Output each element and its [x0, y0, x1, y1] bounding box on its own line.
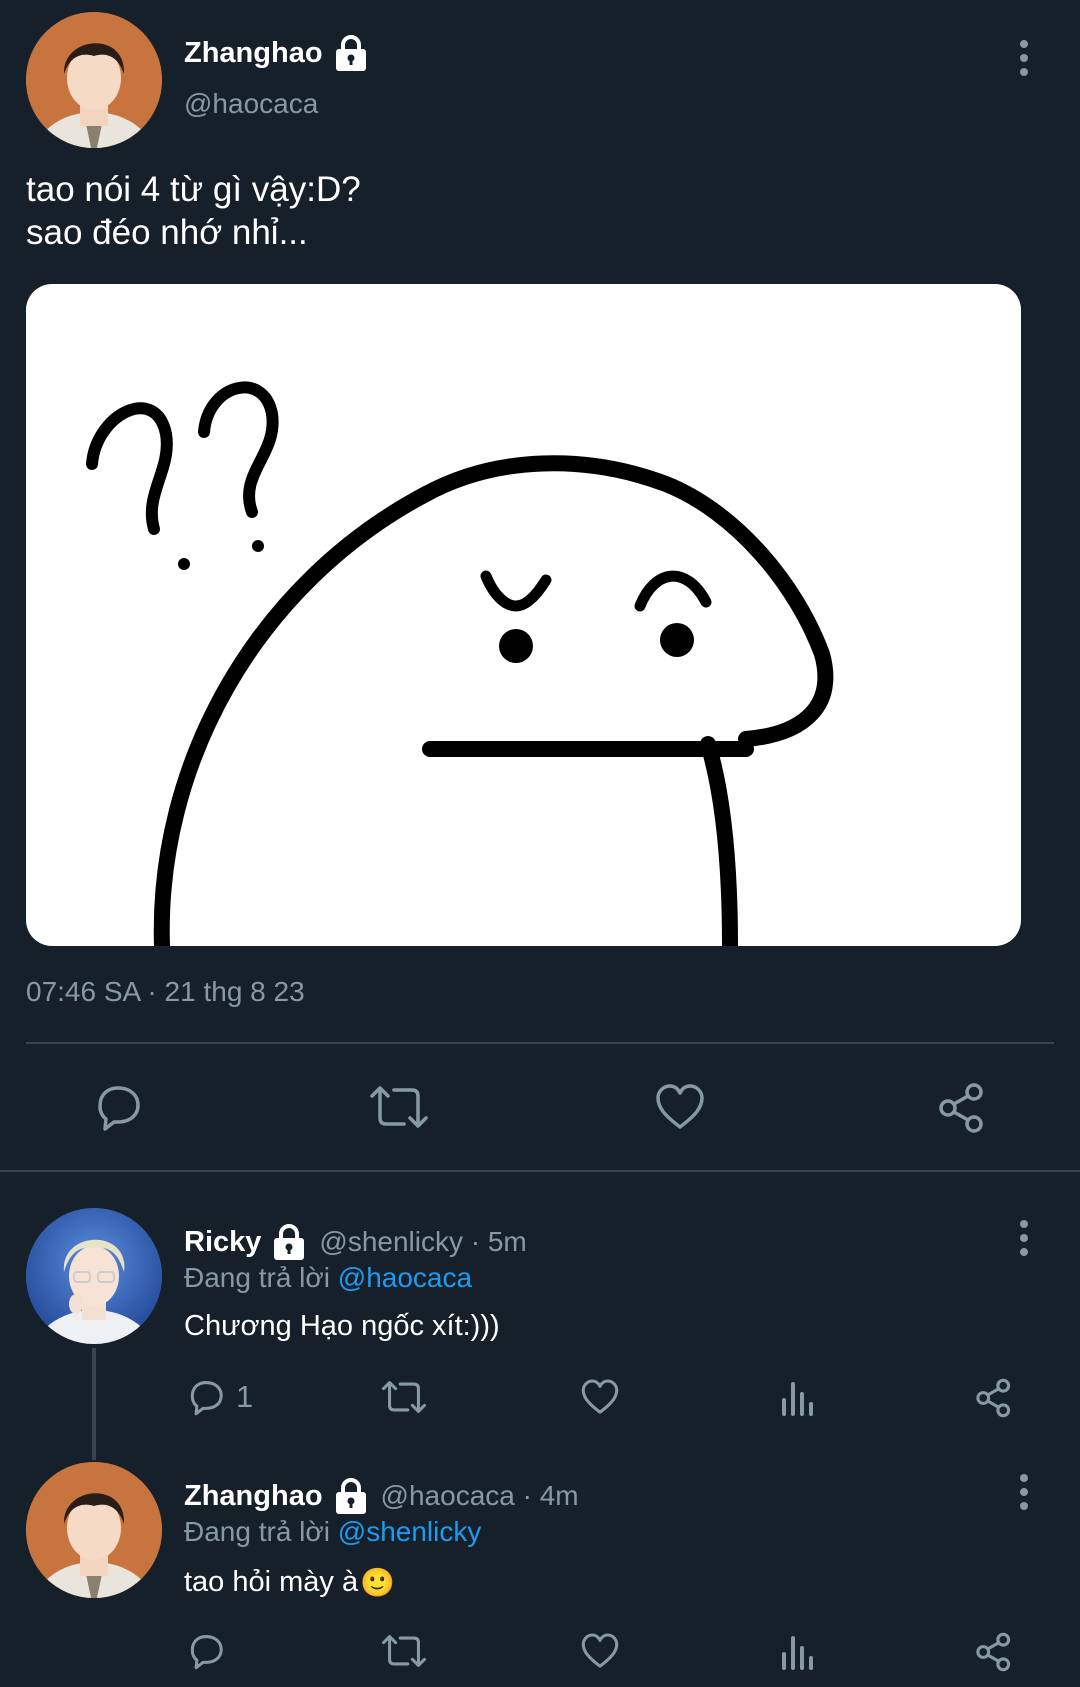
reply-text: Chương Hạo ngốc xít:))) — [184, 1310, 500, 1342]
reply-avatar[interactable] — [26, 1208, 162, 1344]
thread-line — [92, 1348, 96, 1460]
retweet-icon — [380, 1632, 428, 1670]
share-icon — [974, 1378, 1014, 1418]
share-icon — [936, 1082, 988, 1134]
tweet-text: tao nói 4 từ gì vậy:D? sao đéo nhớ nhỉ..… — [26, 168, 361, 254]
reply-header: Ricky @shenlicky · 5m — [184, 1222, 527, 1262]
reply-meta: @haocaca · 4m — [380, 1480, 579, 1511]
like-button[interactable] — [580, 1378, 620, 1416]
lock-icon — [333, 34, 369, 72]
reply-button[interactable] — [92, 1082, 144, 1132]
retweet-button[interactable] — [368, 1082, 430, 1132]
section-divider — [0, 1170, 1080, 1172]
reply-author-name[interactable]: Ricky — [184, 1226, 261, 1259]
author-name-row: Zhanghao — [184, 32, 369, 74]
replying-to-handle[interactable]: @haocaca — [338, 1262, 472, 1293]
reply-button[interactable]: 1 — [186, 1378, 253, 1416]
tweet-image[interactable] — [26, 284, 1021, 946]
heart-icon — [654, 1082, 706, 1132]
author-avatar[interactable] — [26, 12, 162, 148]
reply-header: Zhanghao @haocaca · 4m — [184, 1476, 579, 1516]
reply-icon — [92, 1082, 144, 1132]
heart-icon — [580, 1632, 620, 1670]
reply-text: tao hỏi mày à — [184, 1566, 359, 1598]
more-options-icon[interactable] — [1012, 1474, 1036, 1516]
lock-icon — [333, 1477, 369, 1515]
reply-text-row: tao hỏi mày à 🙂 — [184, 1566, 395, 1599]
reply-icon — [186, 1378, 226, 1416]
replying-prefix: Đang trả lời — [184, 1516, 330, 1547]
reply-button[interactable] — [186, 1632, 226, 1670]
reply-meta: @shenlicky · 5m — [319, 1226, 527, 1257]
share-icon — [974, 1632, 1014, 1672]
replying-prefix: Đang trả lời — [184, 1262, 330, 1293]
reply-count: 1 — [236, 1379, 254, 1414]
share-button[interactable] — [974, 1378, 1014, 1418]
like-button[interactable] — [654, 1082, 706, 1132]
more-options-icon[interactable] — [1012, 1220, 1036, 1262]
retweet-icon — [380, 1378, 428, 1416]
lock-icon — [271, 1223, 307, 1261]
share-button[interactable] — [936, 1082, 988, 1134]
tweet-timestamp[interactable]: 07:46 SA · 21 thg 8 23 — [26, 976, 305, 1008]
slightly-smiling-emoji: 🙂 — [360, 1567, 395, 1598]
heart-icon — [580, 1378, 620, 1416]
analytics-icon — [780, 1632, 816, 1670]
retweet-button[interactable] — [380, 1632, 428, 1670]
share-button[interactable] — [974, 1632, 1014, 1672]
replying-to-handle[interactable]: @shenlicky — [338, 1516, 482, 1547]
tweet-text-line: sao đéo nhớ nhỉ... — [26, 213, 308, 252]
replying-to-line: Đang trả lời @shenlicky — [184, 1516, 481, 1548]
analytics-button[interactable] — [780, 1632, 816, 1670]
reply-avatar[interactable] — [26, 1462, 162, 1598]
reply-author-name[interactable]: Zhanghao — [184, 1480, 323, 1513]
reply-icon — [186, 1632, 226, 1670]
analytics-button[interactable] — [780, 1378, 816, 1416]
more-options-icon[interactable] — [1012, 40, 1036, 82]
divider — [26, 1042, 1054, 1044]
tweet-text-line: tao nói 4 từ gì vậy:D? — [26, 170, 361, 209]
replying-to-line: Đang trả lời @haocaca — [184, 1262, 472, 1294]
analytics-icon — [780, 1378, 816, 1416]
author-handle[interactable]: @haocaca — [184, 88, 318, 120]
like-button[interactable] — [580, 1632, 620, 1670]
author-name[interactable]: Zhanghao — [184, 37, 323, 70]
retweet-icon — [368, 1082, 430, 1132]
retweet-button[interactable] — [380, 1378, 428, 1416]
